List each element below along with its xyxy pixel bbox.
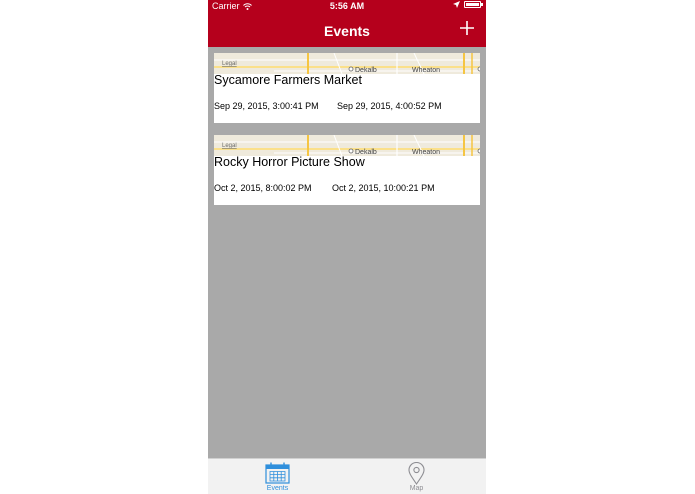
map-pin-icon — [408, 462, 425, 485]
map-legal-label: Legal — [222, 143, 237, 149]
map-thumbnail: Legal Dekalb Wheaton — [214, 135, 480, 156]
tab-label: Map — [409, 485, 424, 492]
event-end-time: Oct 2, 2015, 10:00:21 PM — [332, 183, 435, 193]
event-card[interactable]: Legal Dekalb Wheaton Sycamore Farmers Ma… — [214, 53, 480, 123]
location-arrow-icon — [453, 1, 460, 8]
event-card[interactable]: Legal Dekalb Wheaton Rocky Horror Pictur… — [214, 135, 480, 205]
plus-icon[interactable] — [458, 19, 476, 37]
status-right — [453, 1, 483, 8]
map-city-label: Wheaton — [412, 149, 440, 156]
map-legal-label: Legal — [222, 61, 237, 67]
event-start-time: Sep 29, 2015, 3:00:41 PM — [214, 101, 319, 111]
tab-map[interactable]: Map — [347, 459, 486, 494]
phone-screen: Carrier 5:56 AM Events Legal Dekalb Whea… — [208, 0, 486, 494]
status-time: 5:56 AM — [329, 1, 365, 11]
map-thumbnail: Legal Dekalb Wheaton — [214, 53, 480, 74]
event-start-time: Oct 2, 2015, 8:00:02 PM — [214, 183, 312, 193]
map-city-label: Wheaton — [412, 67, 440, 74]
tab-bar: Events Map — [208, 458, 486, 494]
battery-icon — [464, 1, 483, 8]
nav-title: Events — [324, 23, 370, 39]
tab-events[interactable]: Events — [208, 459, 347, 494]
tab-label: Events — [266, 485, 289, 492]
calendar-icon — [265, 462, 290, 484]
navigation-bar: Events — [208, 13, 486, 47]
status-bar: Carrier 5:56 AM — [208, 0, 486, 13]
event-title: Rocky Horror Picture Show — [214, 155, 365, 169]
event-title: Sycamore Farmers Market — [214, 73, 362, 87]
event-end-time: Sep 29, 2015, 4:00:52 PM — [337, 101, 442, 111]
